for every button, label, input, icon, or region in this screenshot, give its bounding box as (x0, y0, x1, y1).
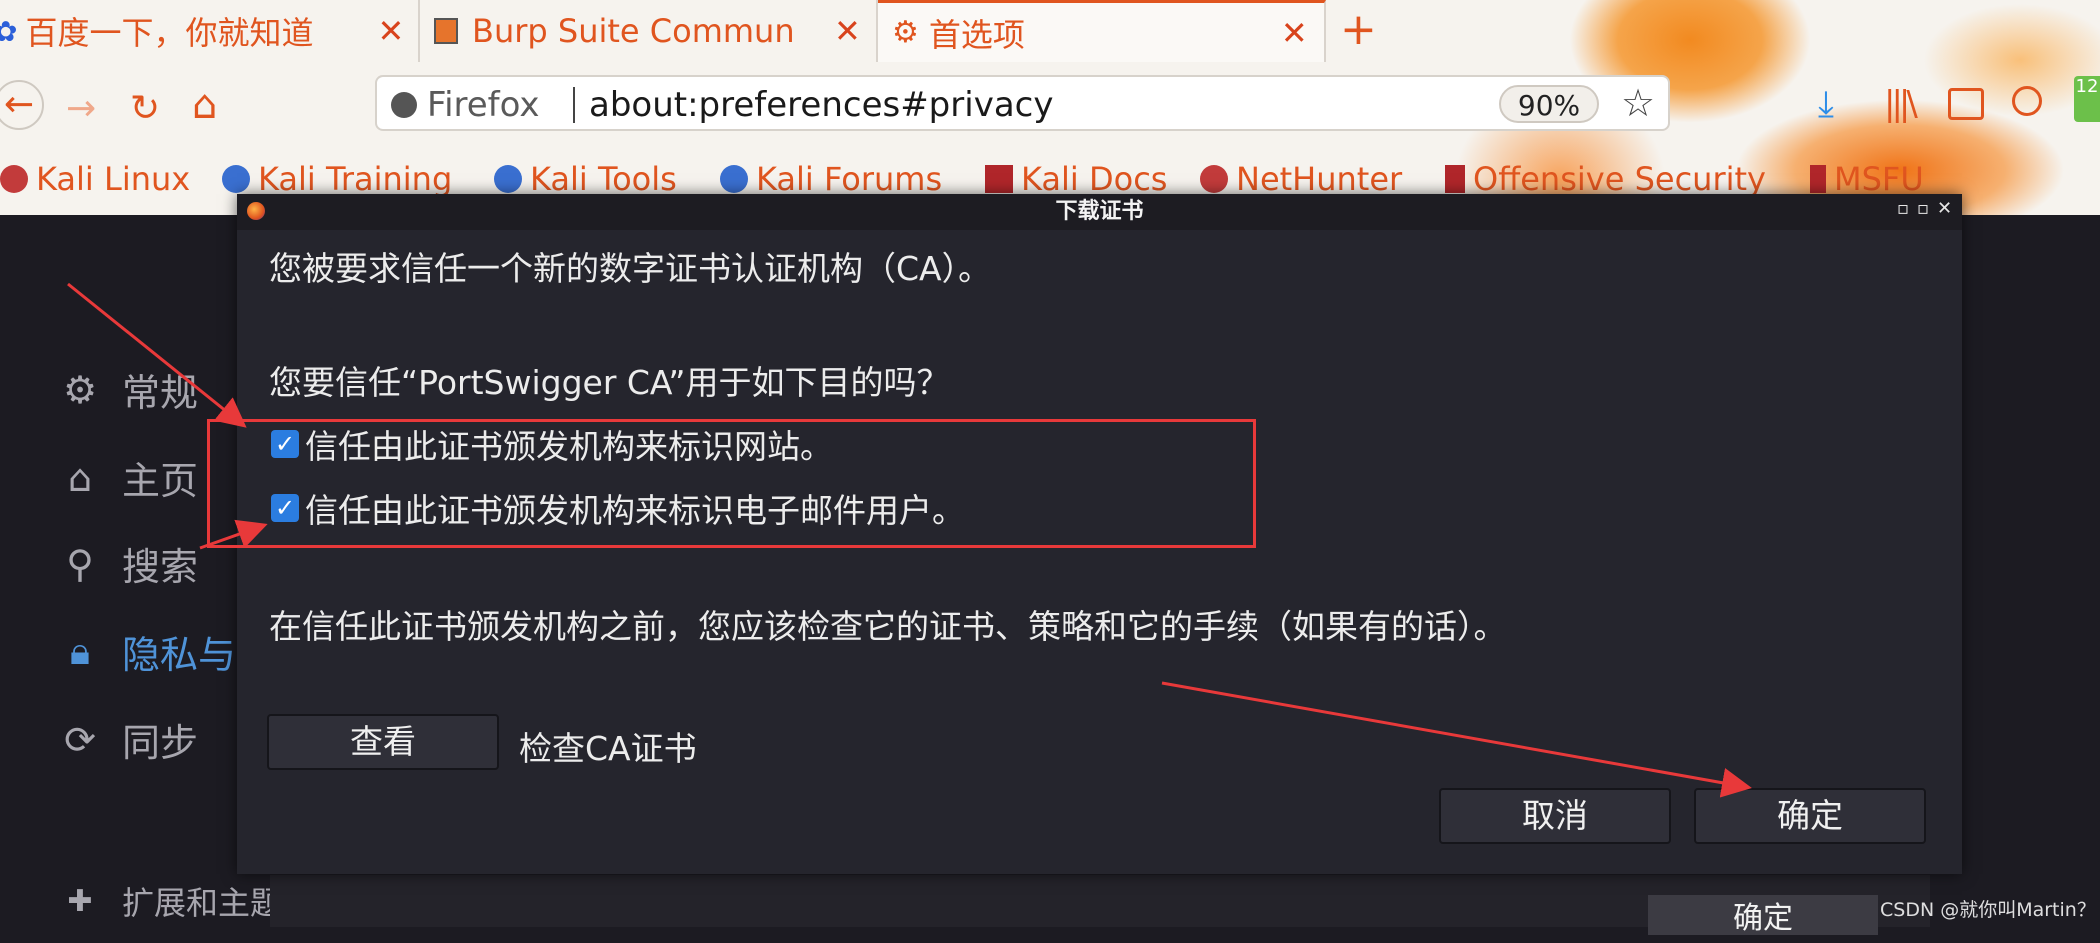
kali-dragon-icon (494, 165, 522, 193)
tab-label: 首选项 (928, 15, 1025, 54)
search-icon: ⚲ (66, 541, 94, 586)
burp-icon (434, 18, 458, 44)
baidu-paw-icon: ✿ (0, 14, 18, 48)
bookmark-label: Offensive Security (1473, 160, 1766, 198)
sidebar-item-label: 同步 (122, 721, 199, 765)
gear-icon: ⚙ (892, 15, 919, 50)
view-certificate-button[interactable]: 查看 (267, 714, 499, 770)
bookmark-star-icon[interactable]: ☆ (1621, 81, 1655, 125)
puzzle-icon: ✚ (67, 883, 93, 919)
library-icon[interactable]: |||\ (1884, 84, 1918, 124)
sidebar-item-general[interactable]: ⚙ 常规 (56, 362, 198, 417)
firefox-identity-icon (391, 92, 417, 118)
maximize-button[interactable]: ▫ (1917, 198, 1929, 219)
bookmark-label: Kali Forums (756, 160, 943, 198)
background-ok-button[interactable]: 确定 (1648, 895, 1878, 936)
sidebar-item-extensions[interactable]: ✚ 扩展和主题 (56, 878, 282, 924)
bookmark-offensive-security[interactable]: Offensive Security (1445, 160, 1766, 198)
new-tab-button[interactable]: + (1340, 4, 1377, 55)
home-icon: ⌂ (67, 455, 93, 500)
bookmark-label: Kali Training (258, 160, 453, 198)
kali-dragon-icon (0, 165, 28, 193)
sidebar-item-sync[interactable]: ⟳ 同步 (56, 712, 198, 767)
question-text: 您要信任“PortSwigger CA”用于如下目的吗？ (269, 363, 950, 402)
sidebar-item-home[interactable]: ⌂ 主页 (56, 450, 198, 505)
docs-icon (985, 165, 1013, 193)
tab-baidu[interactable]: ✿ 百度一下，你就知道 ✕ (0, 0, 420, 62)
close-button[interactable]: ✕ (1937, 198, 1952, 219)
back-arrow-icon: ← (4, 84, 35, 125)
bookmark-kali-forums[interactable]: Kali Forums (720, 160, 942, 198)
tab-strip: ✿ 百度一下，你就知道 ✕ Burp Suite Commun ✕ ⚙ 首选项 … (0, 0, 2100, 62)
tab-burp[interactable]: Burp Suite Commun ✕ (422, 0, 878, 62)
account-icon[interactable] (2012, 86, 2042, 116)
tab-label: Burp Suite Commun (472, 12, 795, 50)
sidebar-item-label: 扩展和主题 (122, 884, 283, 922)
bookmark-label: Kali Linux (36, 160, 191, 198)
tab-close-icon[interactable]: ✕ (1281, 14, 1308, 52)
bookmark-kali-tools[interactable]: Kali Tools (494, 160, 677, 198)
bookmark-label: Kali Docs (1021, 160, 1168, 198)
advice-text: 在信任此证书颁发机构之前，您应该检查它的证书、策略和它的手续（如果有的话）。 (269, 607, 1507, 646)
bookmark-kali-linux[interactable]: Kali Linux (0, 160, 190, 198)
forward-button[interactable]: → (66, 88, 96, 129)
sync-icon: ⟳ (64, 717, 96, 762)
kali-dragon-icon (720, 165, 748, 193)
bookmark-nethunter[interactable]: NetHunter (1200, 160, 1402, 198)
bookmark-kali-docs[interactable]: Kali Docs (985, 160, 1167, 198)
gear-icon: ⚙ (62, 367, 98, 412)
offsec-icon (1445, 165, 1465, 193)
sidebar-toggle-icon[interactable] (1948, 88, 1984, 120)
download-icon[interactable]: ⤓ (1818, 84, 1834, 126)
bookmark-kali-training[interactable]: Kali Training (222, 160, 452, 198)
browser-chrome: ✿ 百度一下，你就知道 ✕ Burp Suite Commun ✕ ⚙ 首选项 … (0, 0, 2100, 215)
identity-box[interactable]: Firefox (391, 85, 540, 125)
bookmark-label: NetHunter (1236, 160, 1403, 198)
minimize-button[interactable]: ▫ (1897, 198, 1909, 219)
tab-close-icon[interactable]: ✕ (377, 12, 404, 50)
tab-close-icon[interactable]: ✕ (834, 12, 861, 50)
bookmark-label: Kali Tools (530, 160, 677, 198)
view-certificate-caption: 检查CA证书 (519, 729, 697, 768)
intro-text: 您被要求信任一个新的数字证书认证机构（CA）。 (269, 249, 992, 288)
annotation-highlight-box (207, 419, 1256, 548)
url-separator (573, 87, 575, 123)
sidebar-item-label: 搜索 (122, 545, 199, 589)
dialog-title: 下载证书 (1055, 199, 1144, 224)
sidebar-item-label: 隐私与 (122, 633, 237, 677)
identity-label: Firefox (427, 85, 540, 125)
bookmark-label: MSFU (1834, 160, 1924, 198)
lock-icon: 🔒︎ (69, 629, 91, 673)
cancel-button[interactable]: 取消 (1439, 788, 1671, 844)
dialog-titlebar[interactable]: 下载证书 ▫ ▫ ✕ (237, 194, 1962, 230)
tab-label: 百度一下，你就知道 (25, 14, 314, 52)
extension-badge[interactable]: 12 (2074, 76, 2100, 122)
url-bar[interactable]: Firefox about:preferences#privacy 90% ☆ (375, 75, 1670, 131)
sidebar-item-label: 常规 (122, 371, 199, 415)
zoom-indicator[interactable]: 90% (1499, 85, 1599, 123)
kali-dragon-icon (222, 165, 250, 193)
sidebar-item-privacy[interactable]: 🔒︎ 隐私与 (56, 624, 236, 679)
csdn-watermark: CSDN @就你叫Martin？ (1880, 899, 2096, 921)
sidebar-item-search[interactable]: ⚲ 搜索 (56, 536, 198, 591)
home-button[interactable]: ⌂ (192, 82, 217, 128)
extension-badge-count: 12 (2075, 76, 2099, 97)
msfu-icon (1810, 165, 1826, 193)
ok-button[interactable]: 确定 (1694, 788, 1926, 844)
url-text[interactable]: about:preferences#privacy (589, 85, 1053, 125)
reload-button[interactable]: ↻ (130, 88, 160, 129)
bookmark-msfu[interactable]: MSFU (1810, 160, 1924, 198)
sidebar-item-label: 主页 (122, 459, 199, 503)
nethunter-icon (1200, 165, 1228, 193)
tab-preferences[interactable]: ⚙ 首选项 ✕ (878, 0, 1326, 62)
